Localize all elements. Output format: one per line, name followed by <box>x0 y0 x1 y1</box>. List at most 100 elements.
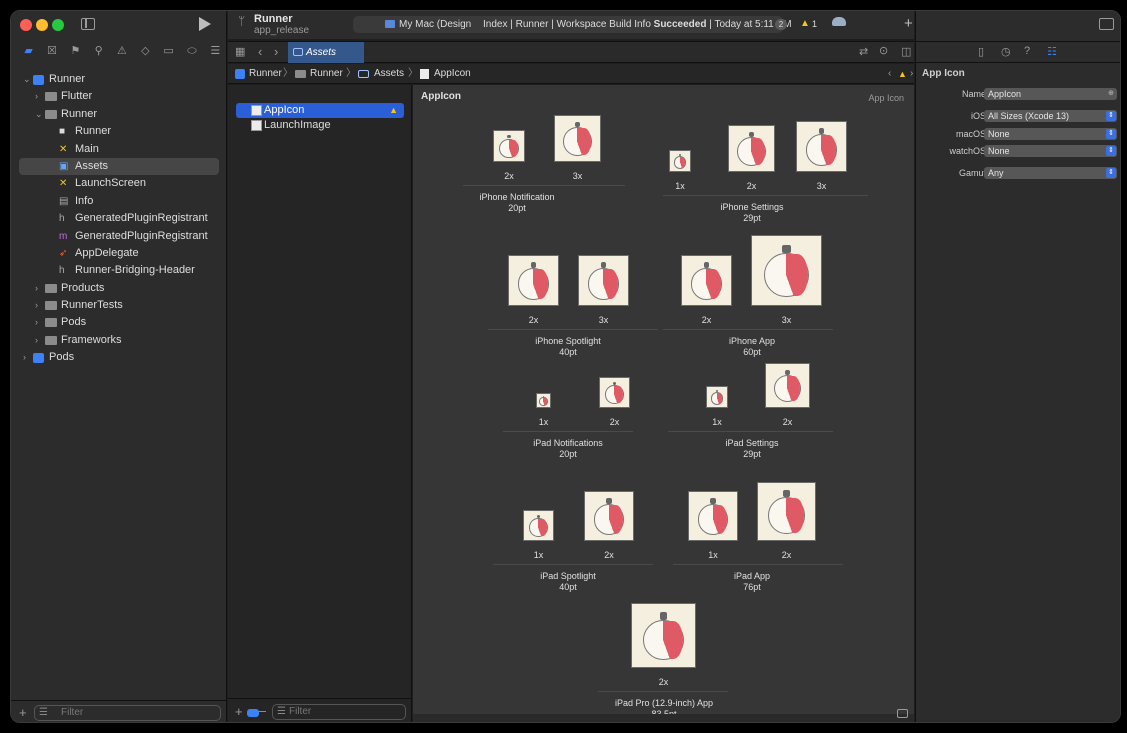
run-button[interactable] <box>199 17 211 31</box>
destination-label[interactable]: My Mac (Design <box>399 16 471 33</box>
issue-warning-icon[interactable]: ⚠ <box>110 41 133 63</box>
app-icon-slot[interactable] <box>584 491 634 541</box>
sidebar-item-generatedpluginregistrant[interactable]: h GeneratedPluginRegistrant <box>11 210 227 227</box>
debug-icon[interactable]: ▭ <box>157 41 180 63</box>
breadcrumb-item[interactable]: AppIcon <box>434 64 471 84</box>
chevron-down-icon[interactable]: ⌄ <box>23 71 31 88</box>
sidebar-item-runner[interactable]: ⌄ Runner <box>11 71 227 88</box>
chevron-right-icon[interactable]: › <box>23 349 26 366</box>
sidebar-item-runner[interactable]: ⌄ Runner <box>11 106 227 123</box>
scheme-selector[interactable]: ᛘ Runner app_release <box>236 13 309 37</box>
sidebar-item-assets[interactable]: ▣ Assets <box>19 157 219 176</box>
sidebar-item-appdelegate[interactable]: ➶ AppDelegate <box>11 245 227 262</box>
console-icon[interactable] <box>247 709 259 717</box>
grid-icon[interactable]: ▦ <box>235 45 245 58</box>
forward-icon[interactable]: › <box>274 44 278 59</box>
icon-group-caption: iPad Notifications 20pt <box>478 438 658 460</box>
find-icon[interactable]: ⚲ <box>87 41 110 63</box>
chevron-right-icon[interactable]: › <box>35 314 38 331</box>
app-icon-slot[interactable] <box>796 121 847 172</box>
split-editor-icon[interactable]: ◫ <box>901 45 911 58</box>
sidebar-item-runnertests[interactable]: › RunnerTests <box>11 297 227 314</box>
file-inspector-icon[interactable]: ▯ <box>978 45 984 58</box>
sidebar-item-frameworks[interactable]: › Frameworks <box>11 332 227 349</box>
sidebar-item-runner[interactable]: ■ Runner <box>11 123 227 140</box>
stopwatch-icon <box>587 268 620 300</box>
app-icon-slot[interactable] <box>681 255 732 306</box>
app-icon-slot[interactable] <box>578 255 629 306</box>
next-issue-icon[interactable]: › <box>910 64 913 84</box>
sidebar-item-pods[interactable]: › Pods <box>11 349 227 366</box>
property-popup[interactable]: None ⇕ <box>984 128 1117 140</box>
app-icon-slot[interactable] <box>599 377 630 408</box>
property-label: Name <box>961 89 986 99</box>
help-icon[interactable]: ? <box>1024 45 1030 57</box>
property-popup[interactable]: Any ⇕ <box>984 167 1117 179</box>
app-icon-slot[interactable] <box>493 130 525 162</box>
test-icon[interactable]: ◇ <box>134 41 157 63</box>
navigator-filter-input[interactable]: ☰ Filter <box>34 705 221 721</box>
chevron-right-icon[interactable]: › <box>35 297 38 314</box>
app-icon-slot[interactable] <box>751 235 822 306</box>
warning-icon[interactable]: ▲ <box>800 18 810 29</box>
app-icon-slot[interactable] <box>706 386 728 408</box>
minimize-window-button[interactable] <box>36 19 48 31</box>
add-tab-icon[interactable]: + <box>904 15 913 32</box>
sidebar-item-pods[interactable]: › Pods <box>11 314 227 331</box>
header-file-icon: h <box>59 213 65 225</box>
chevron-right-icon[interactable]: › <box>35 88 38 105</box>
breakpoint-icon[interactable]: ⬭ <box>180 41 203 63</box>
app-icon-slot[interactable] <box>536 393 551 408</box>
notification-badge[interactable]: 2 <box>775 19 787 30</box>
breadcrumb-item[interactable]: Assets <box>374 64 404 84</box>
asset-item-appicon[interactable]: AppIcon ▲ <box>236 103 404 118</box>
swap-icon[interactable]: ⇄ <box>859 45 868 58</box>
app-icon-slot[interactable] <box>757 482 816 541</box>
app-icon-slot[interactable] <box>508 255 559 306</box>
attributes-icon[interactable]: ☷ <box>1047 45 1057 58</box>
warning-icon[interactable]: ▲ <box>898 64 907 84</box>
source-control-icon[interactable]: ☒ <box>40 41 63 63</box>
chevron-right-icon[interactable]: › <box>35 332 38 349</box>
sidebar-item-generatedpluginregistrant[interactable]: m GeneratedPluginRegistrant <box>11 228 227 245</box>
sidebar-item-runner-bridging-header[interactable]: h Runner-Bridging-Header <box>11 262 227 279</box>
tab-assets[interactable]: Assets <box>288 42 364 63</box>
stopwatch-icon <box>773 374 802 403</box>
inspector-toggle-icon[interactable] <box>1099 18 1114 30</box>
sidebar-item-products[interactable]: › Products <box>11 280 227 297</box>
app-icon-slot[interactable] <box>669 150 691 172</box>
add-icon[interactable]: + <box>19 705 27 720</box>
chevron-right-icon[interactable]: › <box>35 280 38 297</box>
sidebar-toggle-icon[interactable] <box>81 18 95 30</box>
more-options-icon[interactable]: ⊙ <box>879 44 888 57</box>
app-icon-slot[interactable] <box>554 115 601 162</box>
previous-issue-icon[interactable]: ‹ <box>888 64 891 84</box>
bookmark-icon[interactable]: ⚑ <box>64 41 87 63</box>
app-icon-slot[interactable] <box>631 603 696 668</box>
app-icon-slot[interactable] <box>688 491 738 541</box>
chevron-down-icon[interactable]: ⌄ <box>35 106 43 123</box>
back-icon[interactable]: ‹ <box>258 44 262 59</box>
app-icon-slot[interactable] <box>765 363 810 408</box>
add-icon[interactable]: + <box>235 704 243 719</box>
zoom-window-button[interactable] <box>52 19 64 31</box>
property-popup[interactable]: None ⇕ <box>984 145 1117 157</box>
name-field[interactable]: AppIcon ⊕ <box>984 88 1117 100</box>
report-icon[interactable]: ☰ <box>204 41 227 63</box>
folder-icon[interactable]: ▰ <box>17 41 40 63</box>
asset-item-launchimage[interactable]: LaunchImage <box>236 118 404 133</box>
property-popup[interactable]: All Sizes (Xcode 13) ⇕ <box>984 110 1117 122</box>
breadcrumb-item[interactable]: Runner <box>249 64 282 84</box>
sidebar-item-flutter[interactable]: › Flutter <box>11 88 227 105</box>
breadcrumb-item[interactable]: Runner <box>310 64 343 84</box>
cloud-icon[interactable] <box>832 17 846 26</box>
close-window-button[interactable] <box>20 19 32 31</box>
debug-area-toggle-icon[interactable] <box>897 709 908 718</box>
asset-filter-input[interactable]: ☰ Filter <box>272 704 406 720</box>
sidebar-item-main[interactable]: ✕ Main <box>11 141 227 158</box>
history-icon[interactable]: ◷ <box>1001 45 1011 58</box>
app-icon-slot[interactable] <box>728 125 775 172</box>
sidebar-item-info[interactable]: ▤ Info <box>11 193 227 210</box>
sidebar-item-launchscreen[interactable]: ✕ LaunchScreen <box>11 175 227 192</box>
app-icon-slot[interactable] <box>523 510 554 541</box>
